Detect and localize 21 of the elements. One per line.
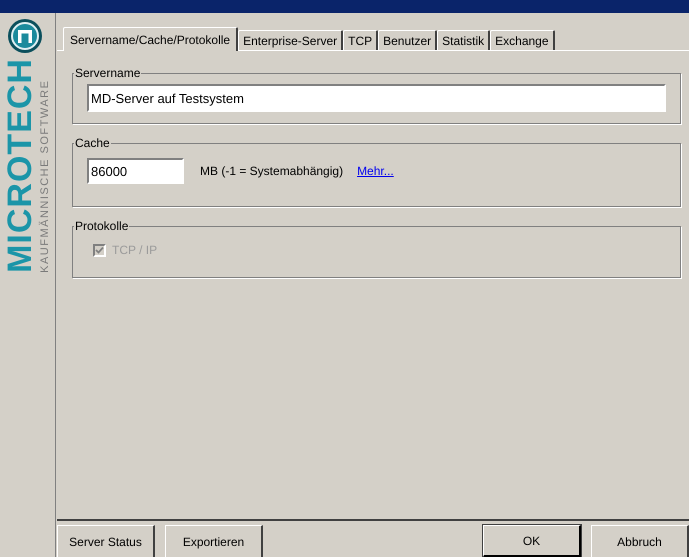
tab[interactable]: Exchange [490,30,555,50]
logo-icon [6,18,42,54]
checkbox-label: TCP / IP [112,242,158,259]
tagline-text: KAUFMÄNNISCHE SOFTWARE [38,78,50,273]
cache-size-field[interactable]: 86000 [87,158,184,184]
tab[interactable]: Benutzer [378,30,438,50]
group-label: Protokolle [74,218,130,235]
dialog-button[interactable]: OK [483,525,581,557]
dialog-button[interactable]: Server Status [57,525,155,557]
unit-label: MB (-1 = Systemabhängig) [200,163,344,180]
dialog-button[interactable]: Abbruch [591,525,689,557]
tab[interactable]: TCP [343,30,378,50]
brand-logo-text: MICROTECH [2,58,36,273]
group-label: Cache [74,135,111,152]
more-link[interactable]: Mehr... [357,162,394,180]
dialog-button[interactable]: Exportieren [165,525,263,557]
group-label: Servername [74,65,142,82]
tab[interactable]: Enterprise-Server [238,30,344,50]
tab[interactable]: Statistik [437,30,490,50]
tab[interactable]: Servername/Cache/Protokolle [63,27,238,51]
servername-field[interactable]: MD-Server auf Testsystem [87,84,666,112]
